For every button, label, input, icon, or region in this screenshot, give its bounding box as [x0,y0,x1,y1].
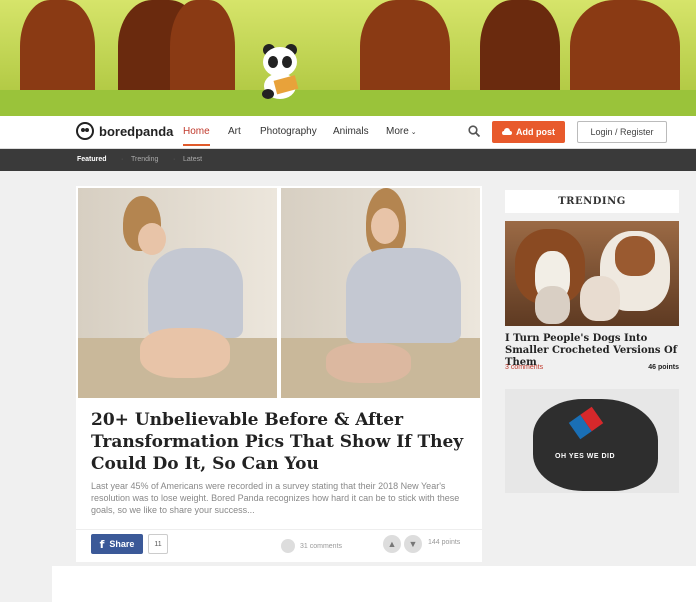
main-nav: boredpanda Home Art Photography Animals … [0,116,696,149]
nav-more-label: More [386,126,409,137]
panda-logo-icon [76,122,94,140]
facebook-share-button[interactable]: f Share [91,534,143,554]
after-photo[interactable] [281,188,480,398]
add-post-button[interactable]: Add post [492,121,565,143]
points-count: 144 points [428,539,461,546]
share-bar: f Share 11 31 comments ▲ ▼ 144 points [76,529,482,559]
arrow-up-icon: ▲ [387,539,397,549]
article-title[interactable]: 20+ Unbelievable Before & After Transfor… [91,409,471,475]
panda-mascot-icon [262,44,299,99]
comments-link[interactable]: 31 comments [281,539,342,553]
page-footer-area [52,566,696,602]
separator-dot: · [121,156,124,163]
nav-item-more[interactable]: More ⌄ [386,126,417,137]
add-post-label: Add post [516,127,555,137]
tab-latest[interactable]: Latest [183,156,202,163]
trending-heading: TRENDING [505,190,679,213]
pothole-slogan: OH YES WE DID [555,453,616,460]
search-icon[interactable] [468,125,480,137]
trending-image-dogs[interactable] [505,221,679,326]
downvote-button[interactable]: ▼ [404,535,422,553]
trending-comments-link[interactable]: 3 comments [505,364,543,371]
arrow-down-icon: ▼ [408,539,418,549]
crochet-dog-figure [580,276,620,321]
article-excerpt: Last year 45% of Americans were recorded… [91,481,460,515]
person-belly [140,328,230,378]
share-label: Share [109,539,135,549]
trending-image-pothole[interactable]: OH YES WE DID [505,389,679,493]
nav-item-art[interactable]: Art [228,126,241,137]
header-banner [0,0,696,116]
dog-figure [615,236,655,276]
logo-text: boredpanda [99,123,174,139]
tab-trending[interactable]: Trending [131,156,158,163]
person-belly [326,343,411,383]
sub-nav: Featured · Trending · Latest [0,149,696,171]
before-photo[interactable] [78,188,277,398]
article-card: 20+ Unbelievable Before & After Transfor… [76,186,482,562]
cloud-upload-icon [502,128,512,135]
person-face [371,208,399,244]
nav-item-home[interactable]: Home [183,126,210,146]
nav-item-animals[interactable]: Animals [333,126,369,137]
comments-count: 31 comments [300,542,343,550]
facebook-icon: f [99,537,105,551]
share-count: 11 [148,534,168,554]
person-face [138,223,166,255]
trending-points: 46 points [648,364,679,371]
separator-dot: · [173,156,176,163]
trending-item-meta: 3 comments 46 points [505,364,679,371]
nav-item-photography[interactable]: Photography [260,126,317,137]
site-logo[interactable]: boredpanda [76,122,173,140]
banner-ground [0,90,696,116]
trending-sidebar: TRENDING I Turn People's Dogs Into Small… [505,190,679,493]
person-shirt [346,248,461,343]
login-register-button[interactable]: Login / Register [577,121,667,143]
crochet-dog-figure [535,286,570,324]
chevron-down-icon: ⌄ [408,129,417,136]
tab-featured[interactable]: Featured [77,156,107,163]
comment-bubble-icon [281,539,295,553]
person-shirt [148,248,243,338]
upvote-button[interactable]: ▲ [383,535,401,553]
